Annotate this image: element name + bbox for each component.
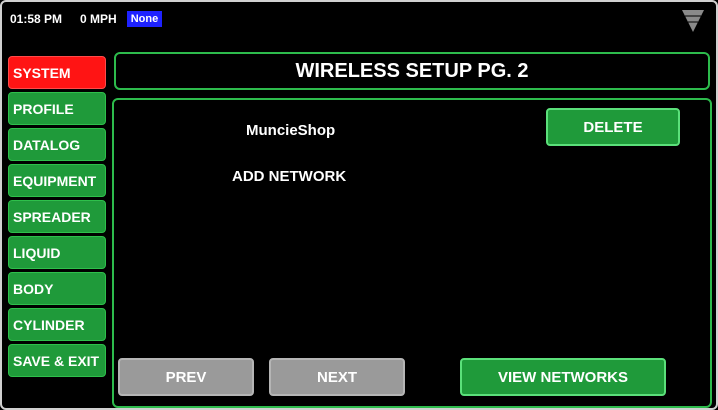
status-bar: 01:58 PM 0 MPH None — [10, 8, 163, 30]
network-panel: MuncieShop DELETE ADD NETWORK PREV NEXT … — [112, 98, 712, 408]
next-button[interactable]: NEXT — [269, 358, 405, 396]
add-network-item[interactable]: ADD NETWORK — [232, 168, 346, 185]
network-item[interactable]: MuncieShop — [246, 122, 335, 139]
sidebar-item-spreader[interactable]: SPREADER — [8, 200, 106, 233]
view-networks-button[interactable]: VIEW NETWORKS — [460, 358, 666, 396]
sidebar-item-cylinder[interactable]: CYLINDER — [8, 308, 106, 341]
clock-text: 01:58 PM — [10, 12, 63, 26]
sidebar-item-system[interactable]: SYSTEM — [8, 56, 106, 89]
sidebar-item-datalog[interactable]: DATALOG — [8, 128, 106, 161]
sidebar-item-equipment[interactable]: EQUIPMENT — [8, 164, 106, 197]
page-title: WIRELESS SETUP PG. 2 — [114, 52, 710, 90]
sidebar: SYSTEM PROFILE DATALOG EQUIPMENT SPREADE… — [8, 56, 106, 377]
wifi-signal-icon — [682, 10, 704, 32]
prev-button[interactable]: PREV — [118, 358, 254, 396]
sidebar-item-body[interactable]: BODY — [8, 272, 106, 305]
sidebar-item-profile[interactable]: PROFILE — [8, 92, 106, 125]
speed-readout: 0 MPH — [80, 12, 117, 26]
delete-button[interactable]: DELETE — [546, 108, 680, 146]
screen-frame: 01:58 PM 0 MPH None SYSTEM PROFILE DATAL… — [0, 0, 718, 410]
status-badge: None — [126, 11, 163, 27]
sidebar-item-save-exit[interactable]: SAVE & EXIT — [8, 344, 106, 377]
sidebar-item-liquid[interactable]: LIQUID — [8, 236, 106, 269]
